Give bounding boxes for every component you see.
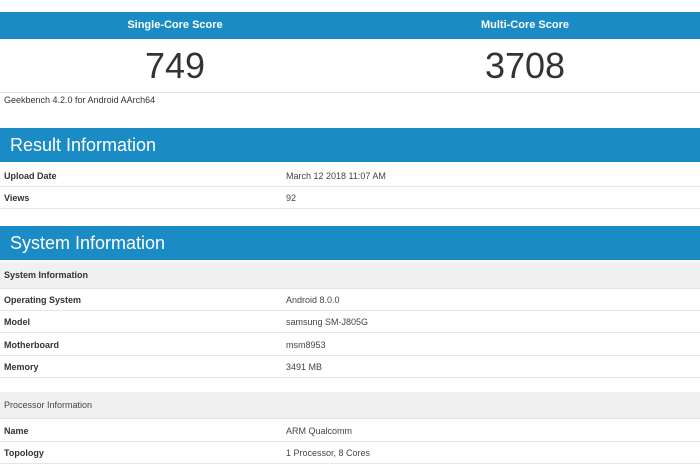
table-row: Views 92 (0, 187, 700, 209)
row-label: Operating System (4, 294, 82, 305)
row-value: msm8953 (286, 339, 326, 350)
table-row: Memory 3491 MB (0, 356, 700, 378)
system-information-subheader: System Information (0, 262, 700, 289)
table-row: Model samsung SM-J805G (0, 311, 700, 333)
table-row: Operating System Android 8.0.0 (0, 289, 700, 311)
row-label: Memory (4, 361, 39, 372)
row-label: Upload Date (4, 170, 57, 181)
table-row: Motherboard msm8953 (0, 334, 700, 356)
row-value: samsung SM-J805G (286, 316, 369, 327)
row-value: ARM Qualcomm (286, 425, 353, 436)
result-information-title: Result Information (0, 128, 700, 162)
row-value: 1 Processor, 8 Cores (286, 447, 371, 458)
score-header: Single-Core Score Multi-Core Score (0, 12, 700, 39)
row-value: 92 (286, 192, 297, 203)
score-panel: Single-Core Score Multi-Core Score 749 3… (0, 12, 700, 93)
row-value: 3491 MB (286, 361, 323, 372)
row-label: Motherboard (4, 339, 59, 350)
table-row: Topology 1 Processor, 8 Cores (0, 442, 700, 464)
multi-core-score-value: 3708 (484, 45, 566, 86)
single-core-score-label: Single-Core Score (127, 19, 223, 31)
row-label: Name (4, 425, 29, 436)
row-value: March 12 2018 11:07 AM (286, 170, 386, 181)
row-label: Topology (4, 447, 44, 458)
row-label: Views (4, 192, 30, 203)
processor-information-subheader: Processor Information (0, 392, 700, 419)
table-row: Upload Date March 12 2018 11:07 AM (0, 165, 700, 187)
benchmark-version: Geekbench 4.2.0 for Android AArch64 (4, 95, 156, 105)
multi-core-score-label: Multi-Core Score (480, 19, 569, 31)
single-core-score-value: 749 (144, 45, 206, 86)
row-value: Android 8.0.0 (286, 294, 340, 305)
table-row: Name ARM Qualcomm (0, 420, 700, 442)
row-label: Model (4, 316, 30, 327)
system-information-title: System Information (0, 226, 700, 260)
score-values: 749 3708 (0, 39, 700, 93)
